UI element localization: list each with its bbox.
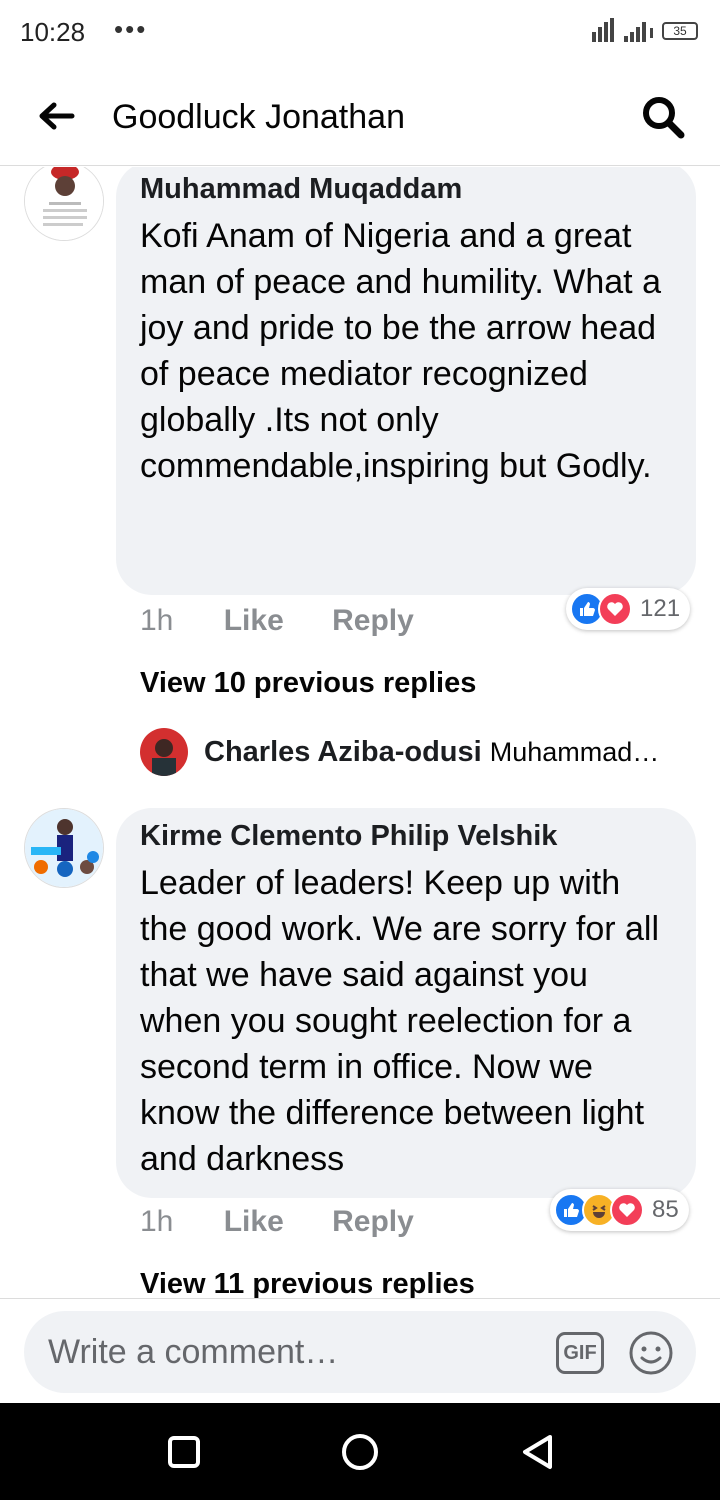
comment-author[interactable]: Muhammad Muqaddam [140, 171, 672, 207]
avatar[interactable] [24, 167, 104, 241]
like-button[interactable]: Like [224, 604, 284, 637]
reply-author: Charles Aziba-odusi [204, 735, 482, 768]
comment-time: 1h [140, 604, 174, 637]
comment-composer: Write a comment… GIF [0, 1298, 720, 1402]
comment-meta: 1h Like Reply [140, 604, 454, 638]
comment-author[interactable]: Kirme Clemento Philip Velshik [140, 818, 672, 854]
comment-meta: 1h Like Reply [140, 1205, 454, 1239]
page-header: Goodluck Jonathan [0, 66, 720, 166]
like-button[interactable]: Like [224, 1205, 284, 1238]
reply-avatar[interactable] [140, 728, 188, 776]
comment-input-placeholder: Write a comment… [48, 1333, 339, 1371]
comment-bubble: Muhammad Muqaddam Kofi Anam of Nigeria a… [116, 167, 696, 595]
love-reaction-icon [598, 592, 632, 626]
reaction-count: 85 [652, 1196, 679, 1223]
status-time: 10:28 [20, 17, 86, 47]
view-previous-replies-link[interactable]: View 10 previous replies [140, 667, 476, 700]
arrow-left-icon[interactable] [36, 96, 76, 136]
square-icon[interactable] [168, 1436, 200, 1468]
triangle-back-icon[interactable] [520, 1433, 554, 1471]
avatar-image [25, 167, 103, 240]
status-bar: 10:28 ••• 35 [0, 0, 720, 66]
notification-dots: ••• [114, 14, 148, 44]
comment-bubble: Kirme Clemento Philip Velshik Leader of … [116, 808, 696, 1198]
comment-input[interactable]: Write a comment… GIF [24, 1311, 696, 1393]
page-title: Goodluck Jonathan [112, 98, 405, 136]
circle-icon[interactable] [342, 1434, 378, 1470]
reply-button[interactable]: Reply [332, 1205, 414, 1238]
reactions-summary[interactable]: 85 [550, 1189, 689, 1231]
view-previous-replies-link[interactable]: View 11 previous replies [140, 1268, 475, 1298]
reply-preview-text: Muhammad… [489, 736, 660, 767]
comment-text: Kofi Anam of Nigeria and a great man of … [140, 217, 661, 485]
battery-icon: 35 [662, 22, 698, 40]
gif-icon[interactable]: GIF [556, 1332, 604, 1374]
reaction-count: 121 [640, 595, 681, 622]
reply-button[interactable]: Reply [332, 604, 414, 637]
comments-feed[interactable]: Muhammad Muqaddam Kofi Anam of Nigeria a… [0, 167, 720, 1298]
reactions-summary[interactable]: 121 [566, 588, 691, 630]
comment-time: 1h [140, 1205, 174, 1238]
signal-icon [592, 18, 653, 42]
comment-text: Leader of leaders! Keep up with the good… [140, 864, 660, 1178]
search-icon[interactable] [640, 94, 686, 140]
avatar-image [25, 809, 103, 887]
reply-preview-row[interactable]: Charles Aziba-odusi Muhammad… [140, 728, 659, 776]
avatar[interactable] [24, 808, 104, 888]
system-nav-bar [0, 1403, 720, 1500]
emoji-icon[interactable] [628, 1330, 674, 1376]
love-reaction-icon [610, 1193, 644, 1227]
